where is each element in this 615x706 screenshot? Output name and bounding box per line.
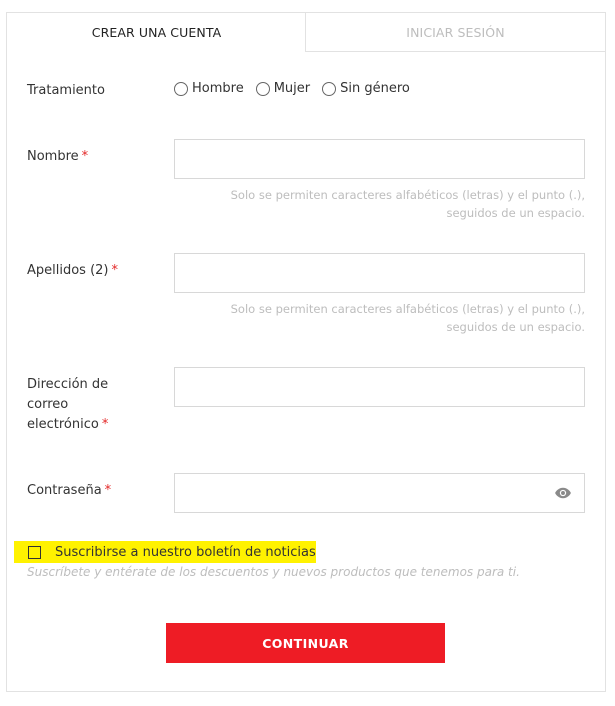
last-name-label-text: Apellidos (2) bbox=[27, 263, 109, 278]
first-name-hint: Solo se permiten caracteres alfabéticos … bbox=[230, 188, 585, 220]
continue-button[interactable]: CONTINUAR bbox=[166, 623, 445, 663]
title-label: Tratamiento bbox=[27, 83, 105, 98]
required-mark: * bbox=[104, 483, 112, 498]
radio-sin-genero-label: Sin género bbox=[340, 81, 410, 96]
email-label: Dirección de correo electrónico * bbox=[27, 375, 147, 435]
required-mark: * bbox=[111, 263, 119, 278]
email-label-text: Dirección de correo electrónico bbox=[27, 377, 109, 432]
newsletter-checkbox[interactable] bbox=[28, 545, 41, 559]
register-card bbox=[6, 12, 606, 692]
radio-hombre-label: Hombre bbox=[192, 81, 244, 96]
radio-sin-genero-circle[interactable] bbox=[322, 81, 337, 96]
newsletter-hint: Suscríbete y entérate de los descuentos … bbox=[27, 565, 520, 579]
first-name-label: Nombre * bbox=[27, 147, 147, 167]
last-name-input[interactable] bbox=[174, 253, 585, 293]
radio-mujer-label: Mujer bbox=[273, 81, 311, 96]
radio-sin-genero[interactable]: Sin género bbox=[322, 81, 410, 96]
radio-hombre[interactable]: Hombre bbox=[174, 81, 244, 96]
eye-icon[interactable] bbox=[554, 484, 572, 502]
radio-mujer[interactable]: Mujer bbox=[255, 81, 311, 96]
radio-mujer-circle[interactable] bbox=[255, 81, 270, 96]
newsletter-label: Suscribirse a nuestro boletín de noticia… bbox=[55, 544, 316, 560]
password-input[interactable] bbox=[174, 473, 585, 513]
required-mark: * bbox=[101, 417, 109, 432]
tab-create-account[interactable]: CREAR UNA CUENTA bbox=[6, 12, 306, 52]
required-mark: * bbox=[81, 149, 89, 164]
radio-hombre-circle[interactable] bbox=[174, 81, 188, 96]
first-name-label-text: Nombre bbox=[27, 149, 79, 164]
title-radio-group: Hombre Mujer Sin género bbox=[174, 81, 422, 96]
last-name-hint: Solo se permiten caracteres alfabéticos … bbox=[230, 302, 585, 334]
password-label: Contraseña * bbox=[27, 481, 147, 501]
email-input[interactable] bbox=[174, 367, 585, 407]
newsletter-option[interactable]: Suscribirse a nuestro boletín de noticia… bbox=[14, 541, 316, 563]
first-name-input[interactable] bbox=[174, 139, 585, 179]
last-name-label: Apellidos (2) * bbox=[27, 261, 147, 281]
password-label-text: Contraseña bbox=[27, 483, 102, 498]
tab-sign-in[interactable]: INICIAR SESIÓN bbox=[305, 12, 606, 52]
